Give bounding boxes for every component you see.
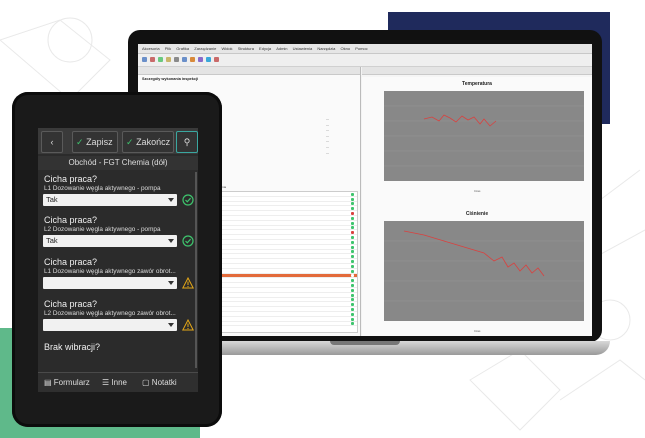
plot-area[interactable] (384, 221, 584, 321)
pane-subtitle: Szczegóły wykonania inspekcji (142, 77, 199, 81)
pressure-plot (384, 230, 584, 302)
chevron-down-icon (168, 198, 174, 202)
laptop-hinge-notch (330, 341, 400, 345)
temperature-plot (384, 105, 584, 167)
menu-bar: Akcesoria Plik Grafika Zarządzanie Widok… (138, 44, 592, 54)
form-icon: ▤ (44, 378, 52, 387)
note-icon: ▢ (142, 378, 150, 387)
menu-item[interactable]: Okno (341, 46, 351, 51)
toolbar-icon[interactable] (214, 57, 219, 62)
toolbar-icon[interactable] (174, 57, 179, 62)
save-label: Zapisz (86, 137, 113, 147)
toolbar-icon[interactable] (166, 57, 171, 62)
tab-inne[interactable]: ☰ Inne (102, 378, 127, 387)
question-label: Brak wibracji? (44, 342, 101, 352)
toolbar-icon[interactable] (190, 57, 195, 62)
chevron-down-icon (168, 239, 174, 243)
tablet-toolbar: ‹ ✓ Zapisz ✓ Zakończ ⚲ (38, 128, 198, 154)
left-pane-header (138, 67, 360, 75)
toolbar-icon[interactable] (206, 57, 211, 62)
question-label: Cicha praca? (44, 299, 98, 309)
bottom-tab-bar: ▤ Formularz ☰ Inne ▢ Notatki (38, 372, 198, 392)
temperature-line (423, 114, 497, 127)
answer-select[interactable]: Tak (43, 194, 177, 206)
chevron-down-icon (168, 281, 174, 285)
checklist-title: Obchód - FGT Chemia (dół) (38, 156, 198, 170)
charts-pane: Temperatura Czas Ciśnienie Czas (362, 67, 592, 336)
x-axis-label: Czas (474, 329, 481, 333)
scrollbar[interactable] (195, 172, 197, 368)
toolbar-icon[interactable] (182, 57, 187, 62)
toolbar-icon[interactable] (158, 57, 163, 62)
chevron-down-icon (168, 323, 174, 327)
check-circle-icon (182, 235, 194, 247)
tablet-device: ‹ ✓ Zapisz ✓ Zakończ ⚲ Obchód - FGT Chem… (12, 92, 222, 427)
menu-item[interactable]: Widok (221, 46, 232, 51)
question-label: Cicha praca? (44, 174, 98, 184)
pressure-line (403, 230, 545, 277)
warning-icon (182, 277, 194, 289)
pressure-chart: Ciśnienie Czas (362, 207, 592, 336)
menu-item[interactable]: Akcesoria (142, 46, 160, 51)
answer-select[interactable]: Tak (43, 235, 177, 247)
answer-value: Tak (46, 195, 58, 204)
menu-item[interactable]: Pomoc (355, 46, 367, 51)
toolbar-icon[interactable] (198, 57, 203, 62)
question-label: Cicha praca? (44, 257, 98, 267)
save-button[interactable]: ✓ Zapisz (72, 131, 118, 153)
question-subtitle: L2 Dozowanie węgla aktywnego - pompa (44, 226, 161, 233)
check-circle-icon (182, 194, 194, 206)
menu-item[interactable]: Grafika (176, 46, 189, 51)
save-icon: ✓ (76, 137, 84, 147)
question-subtitle: L2 Dozowanie węgla aktywnego zawór obrot… (44, 310, 176, 317)
tab-label: Inne (111, 378, 127, 387)
chart-title: Temperatura (462, 81, 492, 87)
tablet-screen: ‹ ✓ Zapisz ✓ Zakończ ⚲ Obchód - FGT Chem… (38, 128, 198, 392)
chart-title: Ciśnienie (465, 211, 489, 217)
finish-label: Zakończ (136, 137, 171, 147)
temperature-chart: Temperatura Czas (362, 77, 592, 207)
toolbar-icon[interactable] (150, 57, 155, 62)
answer-select[interactable] (43, 277, 177, 289)
filter-button[interactable]: ⚲ (176, 131, 198, 153)
finish-button[interactable]: ✓ Zakończ (122, 131, 174, 153)
x-axis-label: Czas (474, 189, 481, 193)
menu-item[interactable]: Ustawienia (293, 46, 313, 51)
question-subtitle: L1 Dozowanie węgla aktywnego zawór obrot… (44, 268, 176, 275)
menu-item[interactable]: Struktura (238, 46, 254, 51)
toolbar-icon[interactable] (142, 57, 147, 62)
tab-notatki[interactable]: ▢ Notatki (142, 378, 177, 387)
menu-item[interactable]: Edycja (259, 46, 271, 51)
question-subtitle: L1 Dozowanie węgla aktywnego - pompa (44, 185, 161, 192)
chevron-left-icon: ‹ (50, 137, 54, 147)
menu-item[interactable]: Narzędzia (317, 46, 335, 51)
tab-formularz[interactable]: ▤ Formularz (44, 378, 90, 387)
plot-area[interactable] (384, 91, 584, 181)
inspection-info-block: — — — — — — — (326, 117, 329, 155)
back-button[interactable]: ‹ (41, 131, 63, 153)
question-label: Cicha praca? (44, 215, 98, 225)
answer-value: Tak (46, 236, 58, 245)
tab-label: Formularz (53, 378, 90, 387)
right-pane-header (362, 67, 592, 75)
menu-item[interactable]: Admin (276, 46, 287, 51)
toolbar (138, 54, 592, 67)
tab-label: Notatki (151, 378, 177, 387)
list-icon: ☰ (102, 378, 110, 387)
menu-item[interactable]: Zarządzanie (194, 46, 216, 51)
finish-icon: ✓ (126, 137, 134, 147)
menu-item[interactable]: Plik (165, 46, 171, 51)
filter-icon: ⚲ (183, 137, 191, 147)
answer-select[interactable] (43, 319, 177, 331)
warning-icon (182, 319, 194, 331)
